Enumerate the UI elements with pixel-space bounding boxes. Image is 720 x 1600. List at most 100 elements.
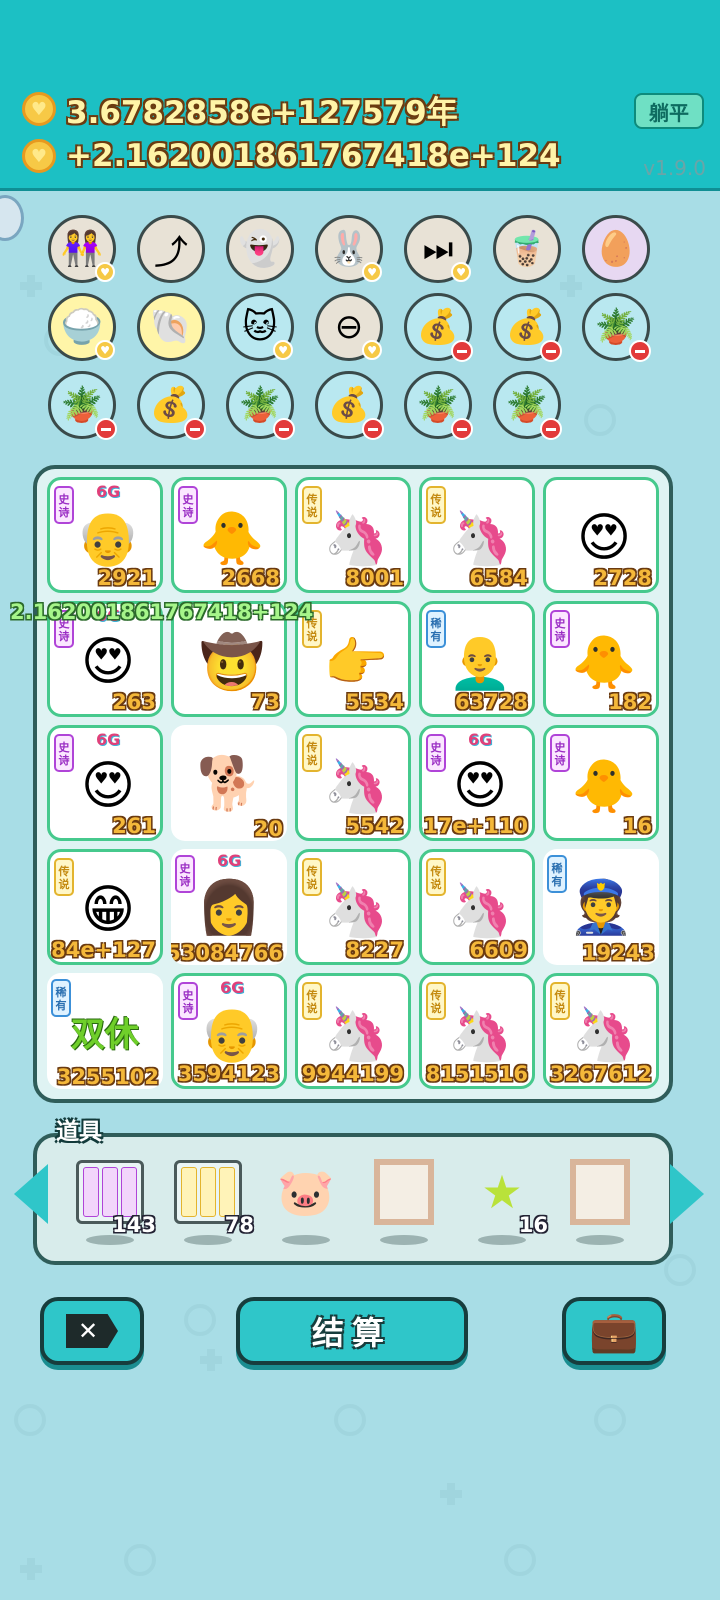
minus-sign-icon[interactable]: ⊖ ♥ — [315, 293, 383, 361]
tile-count: 2921 — [97, 566, 156, 590]
board-tile[interactable]: 传说 🦄 3267612 — [543, 973, 659, 1089]
skip-icon[interactable]: ⏭ ♥ — [404, 215, 472, 283]
board-tile[interactable]: 史诗 6G 😍 261 — [47, 725, 163, 841]
board-tile[interactable]: 传说 🦄 8001 — [295, 477, 411, 593]
board-tile[interactable]: 稀有 双休 3255102 — [47, 973, 163, 1089]
item-epic-cards[interactable]: 143 — [70, 1155, 156, 1245]
cat-icon[interactable]: 🐱 ♥ — [226, 293, 294, 361]
remove-badge-icon[interactable] — [451, 418, 473, 440]
board-tile[interactable]: 史诗 🐥 16 — [543, 725, 659, 841]
board-tile[interactable]: 史诗 🐥 182 — [543, 601, 659, 717]
six-g-badge: 6G — [96, 482, 121, 501]
sack-icon[interactable]: 💰 — [493, 293, 562, 362]
board-tile[interactable]: 传说 🦄 9944199 — [295, 973, 411, 1089]
six-g-badge: 6G — [217, 851, 242, 870]
twin-girls-icon[interactable]: 👭 ♥ — [48, 215, 116, 283]
rate-value-row: ♥ +2.162001861767418e+124 — [22, 136, 561, 176]
unicorn-icon: 🦄 — [447, 880, 513, 941]
board-tile[interactable]: 传说 🦄 6609 — [419, 849, 535, 965]
sack-icon[interactable]: 💰 — [137, 371, 206, 440]
flower-pot-icon[interactable]: 🪴 — [582, 293, 651, 362]
six-g-badge: 6G — [96, 730, 121, 749]
item-star[interactable]: ★ 16 — [462, 1155, 548, 1245]
board-tile[interactable]: 😍 2728 — [543, 477, 659, 593]
flower-pot-icon[interactable]: 🪴 — [48, 371, 117, 440]
card-board: 史诗 6G 👴 2921 史诗 🐥 2668 传说 🦄 8001 传说 🦄 6584 😍 2728 史诗 6G 😍… — [33, 465, 673, 1103]
item-quantity: 78 — [224, 1213, 254, 1237]
board-tile[interactable]: 史诗 6G 👴 3594123 — [171, 973, 287, 1089]
remove-badge-icon[interactable] — [184, 418, 206, 440]
heart-coin-icon: ♥ — [22, 139, 56, 173]
board-tile[interactable]: 传说 🦄 8227 — [295, 849, 411, 965]
board-tile[interactable]: 史诗 🐥 2668 — [171, 477, 287, 593]
remove-badge-icon[interactable] — [540, 340, 562, 362]
item-empty-frame[interactable] — [364, 1155, 444, 1245]
floating-gain-text: 2.162001861767418+124 — [10, 600, 314, 624]
tile-count: 53084766 — [171, 941, 283, 965]
flower-pot-icon[interactable]: 🪴 — [226, 371, 295, 440]
remove-badge-icon[interactable] — [629, 340, 651, 362]
upgrade-arrow-icon[interactable]: ⤴ — [137, 215, 205, 283]
remove-badge-icon[interactable] — [273, 418, 295, 440]
sack-icon[interactable]: 💰 — [404, 293, 473, 362]
board-tile[interactable]: 🐕 20 — [171, 725, 287, 841]
tile-count: 3594123 — [177, 1062, 280, 1086]
piggy-bank-icon: 🐷 — [277, 1164, 335, 1219]
board-tile[interactable]: 传说 🦄 8151516 — [419, 973, 535, 1089]
unicorn-icon: 🦄 — [323, 508, 389, 569]
lie-flat-button[interactable]: 躺平 — [634, 93, 704, 129]
empty-frame-icon — [564, 1157, 636, 1227]
board-tile[interactable]: 史诗 6G 👩 53084766 — [171, 849, 287, 965]
tile-count: 6584 — [469, 566, 528, 590]
tile-count: 5542 — [345, 814, 404, 838]
rabbit-icon[interactable]: 🐰 ♥ — [315, 215, 383, 283]
items-next-arrow-icon[interactable] — [670, 1164, 704, 1224]
bald-man-icon: 👨‍🦲 — [447, 632, 513, 693]
shell-icon[interactable]: 🐚 — [137, 293, 205, 361]
tile-count: 20 — [253, 817, 283, 841]
tile-count: 2728 — [593, 566, 652, 590]
tile-count: 5534 — [345, 690, 404, 714]
heart-glasses-old-man-icon: 😍 — [80, 756, 136, 816]
item-empty-frame[interactable] — [560, 1155, 640, 1245]
remove-badge-icon[interactable] — [362, 418, 384, 440]
empty-frame-icon — [368, 1157, 440, 1227]
remove-badge-icon[interactable] — [451, 340, 473, 362]
board-tile[interactable]: 传说 🦄 5542 — [295, 725, 411, 841]
flower-pot-icon[interactable]: 🪴 — [404, 371, 473, 440]
remove-badge-icon[interactable] — [540, 418, 562, 440]
briefcase-button[interactable]: 💼 — [562, 1297, 666, 1365]
item-shadow — [380, 1235, 428, 1245]
item-shadow — [576, 1235, 624, 1245]
heart-glasses-old-man-icon: 😍 — [576, 508, 632, 568]
side-tab-button[interactable] — [0, 195, 24, 241]
items-prev-arrow-icon[interactable] — [14, 1164, 48, 1224]
item-piggy-bank[interactable]: 🐷 — [266, 1155, 346, 1245]
board-tile[interactable]: 史诗 6G 👴 2921 — [47, 477, 163, 593]
sack-icon[interactable]: 💰 — [315, 371, 384, 440]
flower-pot-icon[interactable]: 🪴 — [493, 371, 562, 440]
board-tile[interactable]: 稀有 👨‍🦲 63728 — [419, 601, 535, 717]
ghost-icon[interactable]: 👻 — [226, 215, 294, 283]
bubble-tea-icon[interactable]: 🧋 — [493, 215, 561, 283]
tile-count: 2668 — [221, 566, 280, 590]
rice-bowl-icon[interactable]: 🍚 ♥ — [48, 293, 116, 361]
egg-icon[interactable]: 🥚 — [582, 215, 650, 283]
rate-value: +2.162001861767418e+124 — [66, 138, 561, 174]
board-tile[interactable]: 稀有 👮 19243 — [543, 849, 659, 965]
tile-count: 1.17e+110 — [422, 814, 528, 838]
husky-dog-icon: 🐕 — [196, 753, 262, 814]
board-tile[interactable]: 传说😁1.84e+127 — [47, 849, 163, 965]
board-tile[interactable]: 传说 🦄 6584 — [419, 477, 535, 593]
close-button[interactable]: ✕ — [40, 1297, 144, 1365]
remove-badge-icon[interactable] — [95, 418, 117, 440]
tile-count: 3267612 — [549, 1062, 652, 1086]
heart-badge-icon: ♥ — [95, 262, 115, 282]
item-legend-cards[interactable]: 78 — [168, 1155, 254, 1245]
board-tile[interactable]: 史诗6G😍1.17e+110 — [419, 725, 535, 841]
settle-button[interactable]: 结算 — [236, 1297, 468, 1365]
tile-count: 1.84e+127 — [50, 938, 156, 962]
unicorn-icon: 🦄 — [571, 1004, 637, 1065]
unicorn-icon: 🦄 — [447, 508, 513, 569]
unicorn-icon: 🦄 — [323, 1004, 389, 1065]
